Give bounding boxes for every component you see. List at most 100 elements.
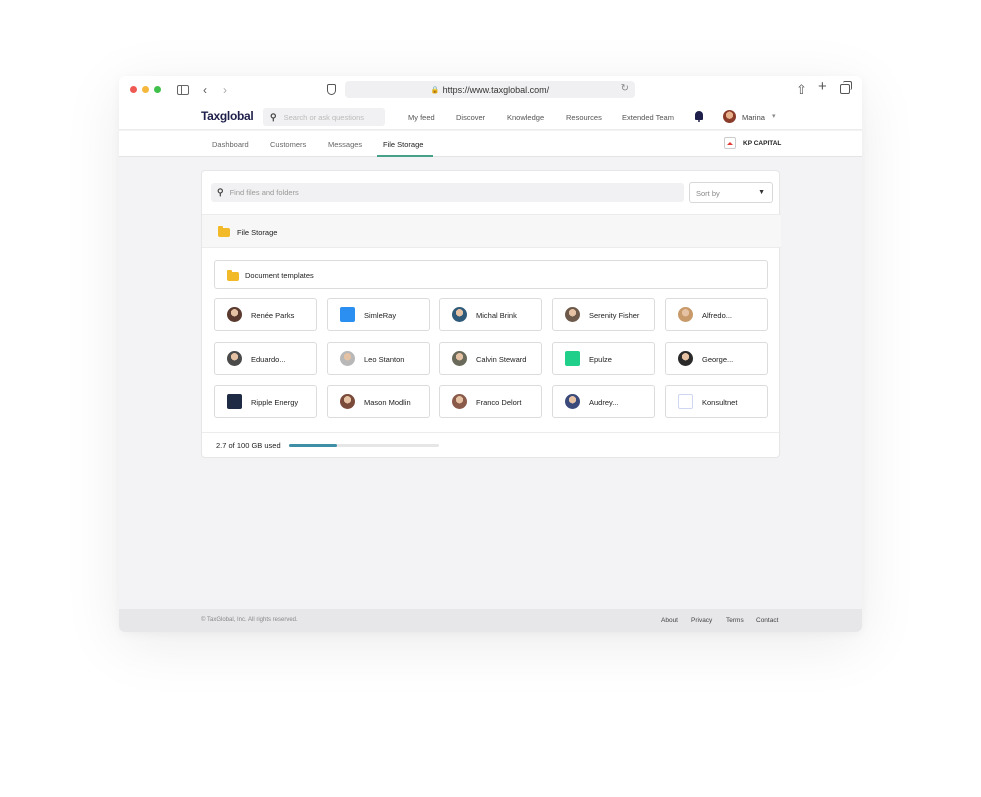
tile-label: Leo Stanton <box>364 355 405 364</box>
find-files-placeholder: Find files and folders <box>229 188 299 197</box>
tile-label: Ripple Energy <box>251 398 299 407</box>
search-icon: ⚲ <box>270 111 277 122</box>
customer-tile[interactable]: Leo Stanton <box>327 342 430 375</box>
customer-tile[interactable]: George... <box>665 342 768 375</box>
new-tab-icon[interactable]: + <box>818 79 827 95</box>
tile-label: Mason Modlin <box>364 398 411 407</box>
footer-link-contact[interactable]: Contact <box>756 617 778 624</box>
tab-messages[interactable]: Messages <box>328 140 362 149</box>
file-storage-card: ⚲ Find files and folders Sort by ▼ File … <box>201 170 781 458</box>
tile-label: Eduardo... <box>251 355 286 364</box>
company-logo-icon <box>227 394 242 409</box>
customer-tile[interactable]: Calvin Steward <box>439 342 542 375</box>
tile-label: Audrey... <box>589 398 619 407</box>
global-search-input[interactable]: ⚲ Search or ask questions <box>263 108 385 126</box>
search-icon: ⚲ <box>217 187 224 197</box>
tile-label: Epulze <box>589 355 612 364</box>
bell-icon[interactable] <box>695 111 703 122</box>
customer-tile[interactable]: SimleRay <box>327 298 430 331</box>
tabs-icon[interactable] <box>840 81 852 94</box>
tile-label: Alfredo... <box>702 311 733 320</box>
nav-extended-team[interactable]: Extended Team <box>622 113 674 122</box>
tile-label: Michal Brink <box>476 311 517 320</box>
footer-link-about[interactable]: About <box>661 617 678 624</box>
avatar <box>227 307 242 322</box>
customer-tile[interactable]: Alfredo... <box>665 298 768 331</box>
customer-tile[interactable]: Renée Parks <box>214 298 317 331</box>
tile-label: Renée Parks <box>251 311 295 320</box>
minimize-window-button[interactable] <box>142 86 149 93</box>
avatar <box>340 394 355 409</box>
customer-tile[interactable]: Ripple Energy <box>214 385 317 418</box>
tile-label: SimleRay <box>364 311 397 320</box>
tile-label: Konsultnet <box>702 398 738 407</box>
copyright-text: © TaxGlobal, Inc. All rights reserved. <box>201 617 298 623</box>
nav-discover[interactable]: Discover <box>456 113 485 122</box>
user-name[interactable]: Marina <box>742 113 765 122</box>
user-avatar[interactable] <box>723 110 736 123</box>
folder-label: Document templates <box>245 271 314 280</box>
company-logo-icon <box>678 394 693 409</box>
shield-icon[interactable] <box>327 84 336 95</box>
tile-label: Calvin Steward <box>476 355 527 364</box>
avatar <box>340 351 355 366</box>
find-files-input[interactable]: ⚲ Find files and folders <box>211 183 684 202</box>
company-logo-icon <box>340 307 355 322</box>
sort-by-label: Sort by <box>696 189 720 198</box>
reload-icon[interactable]: ↻ <box>621 83 629 94</box>
storage-progress-bar <box>289 444 439 447</box>
customer-tile[interactable]: Franco Delort <box>439 385 542 418</box>
tab-customers[interactable]: Customers <box>270 140 306 149</box>
folder-icon <box>218 226 230 237</box>
divider <box>202 432 781 433</box>
breadcrumb-label[interactable]: File Storage <box>237 228 277 237</box>
folder-icon <box>227 270 239 281</box>
nav-my-feed[interactable]: My feed <box>408 113 435 122</box>
page-footer: © TaxGlobal, Inc. All rights reserved. A… <box>119 609 862 632</box>
share-icon[interactable]: ⇧ <box>796 82 807 98</box>
search-placeholder: Search or ask questions <box>283 112 365 122</box>
company-logo-icon <box>565 351 580 366</box>
nav-resources[interactable]: Resources <box>566 113 602 122</box>
tab-dashboard[interactable]: Dashboard <box>212 140 249 149</box>
close-window-button[interactable] <box>130 86 137 93</box>
company-name[interactable]: KP CAPITAL <box>743 140 781 147</box>
avatar <box>452 307 467 322</box>
tile-label: Serenity Fisher <box>589 311 640 320</box>
customer-tile[interactable]: Eduardo... <box>214 342 317 375</box>
active-tab-indicator <box>377 155 433 157</box>
nav-knowledge[interactable]: Knowledge <box>507 113 544 122</box>
forward-icon[interactable]: › <box>223 82 227 98</box>
address-bar[interactable]: 🔒 https://www.taxglobal.com/ ↻ <box>345 81 635 98</box>
avatar <box>452 394 467 409</box>
footer-link-terms[interactable]: Terms <box>726 617 744 624</box>
breadcrumb: File Storage <box>202 214 781 248</box>
customer-tile[interactable]: Serenity Fisher <box>552 298 655 331</box>
url-text: https://www.taxglobal.com/ <box>442 84 550 95</box>
customer-tile[interactable]: Audrey... <box>552 385 655 418</box>
avatar <box>452 351 467 366</box>
maximize-window-button[interactable] <box>154 86 161 93</box>
chevron-down-icon: ▼ <box>758 189 765 196</box>
avatar <box>678 307 693 322</box>
avatar <box>565 394 580 409</box>
customer-tile[interactable]: Konsultnet <box>665 385 768 418</box>
tab-file-storage[interactable]: File Storage <box>383 140 423 149</box>
browser-toolbar: ‹ › 🔒 https://www.taxglobal.com/ ↻ ⇧ + <box>119 76 862 104</box>
taxglobal-logo[interactable]: Taxglobal <box>201 109 254 123</box>
footer-link-privacy[interactable]: Privacy <box>691 617 712 624</box>
app-header: Taxglobal ⚲ Search or ask questions My f… <box>119 104 862 130</box>
sidebar-icon[interactable] <box>177 85 189 95</box>
customer-tile[interactable]: Epulze <box>552 342 655 375</box>
sort-by-select[interactable]: Sort by ▼ <box>689 182 773 203</box>
company-logo <box>724 137 736 149</box>
avatar <box>227 351 242 366</box>
customer-tile[interactable]: Mason Modlin <box>327 385 430 418</box>
chevron-down-icon[interactable]: ▾ <box>772 112 776 120</box>
customer-tile[interactable]: Michal Brink <box>439 298 542 331</box>
tile-label: Franco Delort <box>476 398 522 407</box>
browser-window: ‹ › 🔒 https://www.taxglobal.com/ ↻ ⇧ + T… <box>119 76 862 632</box>
lock-icon: 🔒 <box>430 86 440 94</box>
back-icon[interactable]: ‹ <box>203 82 207 98</box>
folder-document-templates[interactable]: Document templates <box>214 260 768 289</box>
